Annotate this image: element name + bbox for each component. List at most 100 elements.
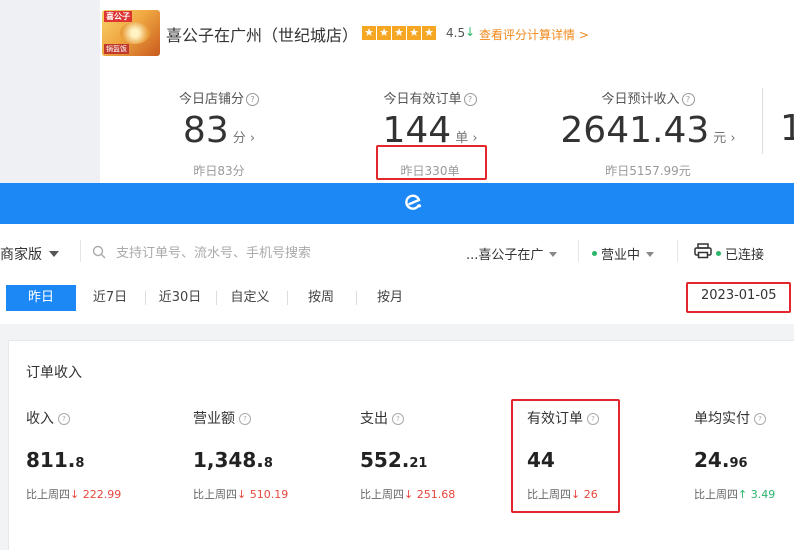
store-logo: 喜公子 锅盔饭 — [102, 10, 160, 56]
store-name: 喜公子在广州（世纪城店） — [166, 26, 359, 45]
metric-delta: 222.99 — [82, 488, 122, 501]
kpi-label: 今日店铺分 — [178, 92, 244, 107]
card-title: 订单收入 — [26, 365, 82, 381]
kpi-value: 83 — [182, 110, 229, 151]
toolbar-divider — [578, 240, 579, 262]
kpi-unit: 单 › — [455, 131, 478, 146]
metric-label: 支出 — [360, 411, 388, 427]
metric-income[interactable]: 收入? 811.8 比上周四↓ 222.99 — [26, 408, 186, 502]
merchant-version-dropdown[interactable]: 商家版 — [0, 244, 59, 264]
status-dot-icon — [592, 251, 597, 256]
date-filter-row: 昨日 近7日 近30日 自定义 按周 按月 2023-01-05 — [0, 280, 794, 324]
store-select-dropdown[interactable]: ...喜公子在广 — [466, 244, 558, 263]
metric-delta: 251.68 — [416, 488, 456, 501]
kpi-clipped-value: 1 — [780, 108, 794, 149]
star-icon: ★ — [422, 26, 436, 40]
printer-icon[interactable] — [694, 243, 712, 259]
arrow-down-icon: ↓ — [404, 488, 414, 501]
metric-label: 收入 — [26, 411, 54, 427]
arrow-up-icon: ↑ — [738, 488, 748, 501]
kpi-divider — [762, 88, 763, 154]
kpi-unit: 元 › — [713, 131, 736, 146]
help-icon[interactable]: ? — [58, 413, 70, 425]
tab-divider — [287, 291, 288, 305]
kpi-yesterday: 昨日83分 — [193, 164, 245, 178]
tab-custom[interactable]: 自定义 — [222, 285, 278, 311]
metric-compare-label: 比上周四 — [694, 488, 738, 501]
help-icon[interactable]: ? — [681, 93, 695, 106]
chevron-down-icon — [646, 252, 655, 257]
metric-value-dec: 21 — [409, 456, 428, 471]
metric-value-int: 24. — [694, 448, 730, 472]
star-icon: ★ — [407, 26, 421, 40]
rating-value: 4.5 — [446, 26, 466, 40]
highlight-box-date — [686, 282, 791, 313]
metric-label: 营业额 — [193, 411, 235, 427]
toolbar: 商家版 ...喜公子在广 营业中 已连接 — [0, 224, 794, 280]
star-icon: ★ — [377, 26, 391, 40]
arrow-down-icon: ↓ — [237, 488, 247, 501]
highlight-box-yesterday-orders — [376, 145, 487, 180]
metric-compare-label: 比上周四 — [193, 488, 237, 501]
metric-avg-paid[interactable]: 单均实付? 24.96 比上周四↑ 3.49 — [694, 408, 794, 502]
kpi-unit: 分 › — [232, 131, 256, 146]
metric-label: 单均实付 — [694, 411, 750, 427]
kpi-yesterday: 昨日5157.99元 — [605, 164, 691, 178]
business-status-label: 营业中 — [601, 248, 641, 263]
chevron-down-icon — [49, 251, 59, 257]
star-icon: ★ — [392, 26, 406, 40]
kpi-store-score[interactable]: 今日店铺分? 83 分 › 昨日83分 — [124, 88, 314, 179]
status-dot-icon — [716, 251, 721, 256]
metric-delta: 510.19 — [249, 488, 289, 501]
business-status-dropdown[interactable]: 营业中 — [592, 244, 655, 263]
search-icon — [92, 245, 106, 259]
app-header-bar — [0, 183, 794, 224]
metric-compare-label: 比上周四 — [360, 488, 404, 501]
help-icon[interactable]: ? — [239, 413, 251, 425]
merchant-version-label: 商家版 — [0, 247, 42, 263]
order-search-input[interactable] — [114, 239, 448, 267]
kpi-label: 今日预计收入 — [601, 92, 680, 107]
help-icon[interactable]: ? — [392, 413, 404, 425]
kpi-value: 2641.43 — [560, 110, 710, 151]
metric-value-dec: 8 — [75, 456, 85, 471]
metric-delta: 3.49 — [750, 488, 776, 501]
chevron-down-icon — [549, 252, 558, 257]
metric-value-int: 1,348. — [193, 448, 264, 472]
arrow-down-icon: ↓ — [70, 488, 80, 501]
tab-last-7-days[interactable]: 近7日 — [84, 285, 136, 311]
help-icon[interactable]: ? — [463, 93, 477, 106]
tab-by-week[interactable]: 按周 — [296, 285, 346, 311]
metric-compare-label: 比上周四 — [26, 488, 70, 501]
tab-by-month[interactable]: 按月 — [364, 285, 416, 311]
metric-value-dec: 8 — [263, 456, 273, 471]
metric-expense[interactable]: 支出? 552.21 比上周四↓ 251.68 — [360, 408, 520, 502]
tab-divider — [216, 291, 217, 305]
metric-value-dec: 96 — [729, 456, 748, 471]
tab-divider — [145, 291, 146, 305]
toolbar-divider — [677, 240, 678, 262]
store-select-label: ...喜公子在广 — [466, 248, 544, 263]
logo-brand-text: 喜公子 — [104, 11, 132, 22]
kpi-label: 今日有效订单 — [383, 92, 462, 107]
logo-sub-text: 锅盔饭 — [104, 44, 129, 54]
tab-yesterday[interactable]: 昨日 — [6, 285, 76, 311]
metric-value-int: 811. — [26, 448, 76, 472]
help-icon[interactable]: ? — [754, 413, 766, 425]
highlight-box-valid-orders — [511, 399, 620, 513]
rating-details-link[interactable]: 查看评分计算详情 > — [479, 26, 589, 43]
rating-stars: ★ ★ ★ ★ ★ — [362, 26, 436, 40]
star-icon: ★ — [362, 26, 376, 40]
printer-status-label: 已连接 — [725, 248, 765, 263]
toolbar-divider — [80, 240, 81, 262]
rating-trend-icon: ↓ — [465, 25, 476, 39]
metric-turnover[interactable]: 营业额? 1,348.8 比上周四↓ 510.19 — [193, 408, 353, 502]
help-icon[interactable]: ? — [246, 93, 259, 106]
logo-dish-image — [120, 22, 150, 44]
metric-value-int: 552. — [360, 448, 410, 472]
tab-divider — [356, 291, 357, 305]
printer-status: 已连接 — [716, 244, 764, 263]
eleme-logo-icon — [405, 194, 422, 210]
tab-last-30-days[interactable]: 近30日 — [152, 285, 208, 311]
kpi-expected-income[interactable]: 今日预计收入? 2641.43 元 › 昨日5157.99元 — [553, 88, 743, 179]
